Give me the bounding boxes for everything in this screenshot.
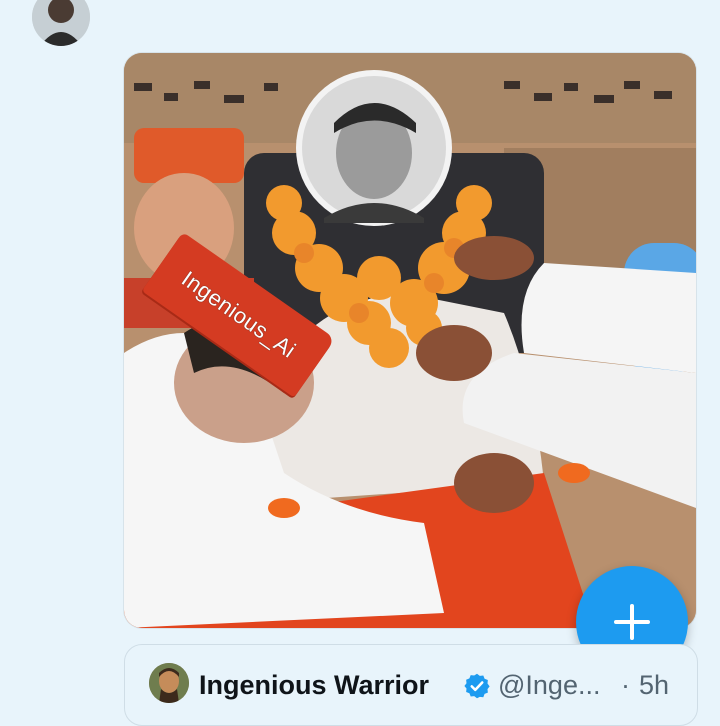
avatar-image (149, 663, 189, 703)
verified-badge-icon (464, 673, 490, 699)
avatar-image (32, 0, 90, 46)
separator-dot: · (621, 670, 630, 700)
photo-garlanding-ceremony (124, 53, 696, 628)
poster-avatar[interactable] (32, 0, 90, 46)
quoted-author-name[interactable]: Ingenious Warrior (199, 670, 429, 701)
quoted-author-avatar[interactable] (149, 663, 189, 703)
plus-icon (614, 604, 650, 640)
quoted-tweet-timestamp[interactable]: 5h (639, 670, 669, 701)
quoted-author-handle[interactable]: @Inge... (498, 670, 600, 701)
tweet-media-image[interactable] (124, 53, 696, 628)
quoted-tweet-card[interactable]: Ingenious Warrior @Inge... · 5h (124, 644, 698, 726)
